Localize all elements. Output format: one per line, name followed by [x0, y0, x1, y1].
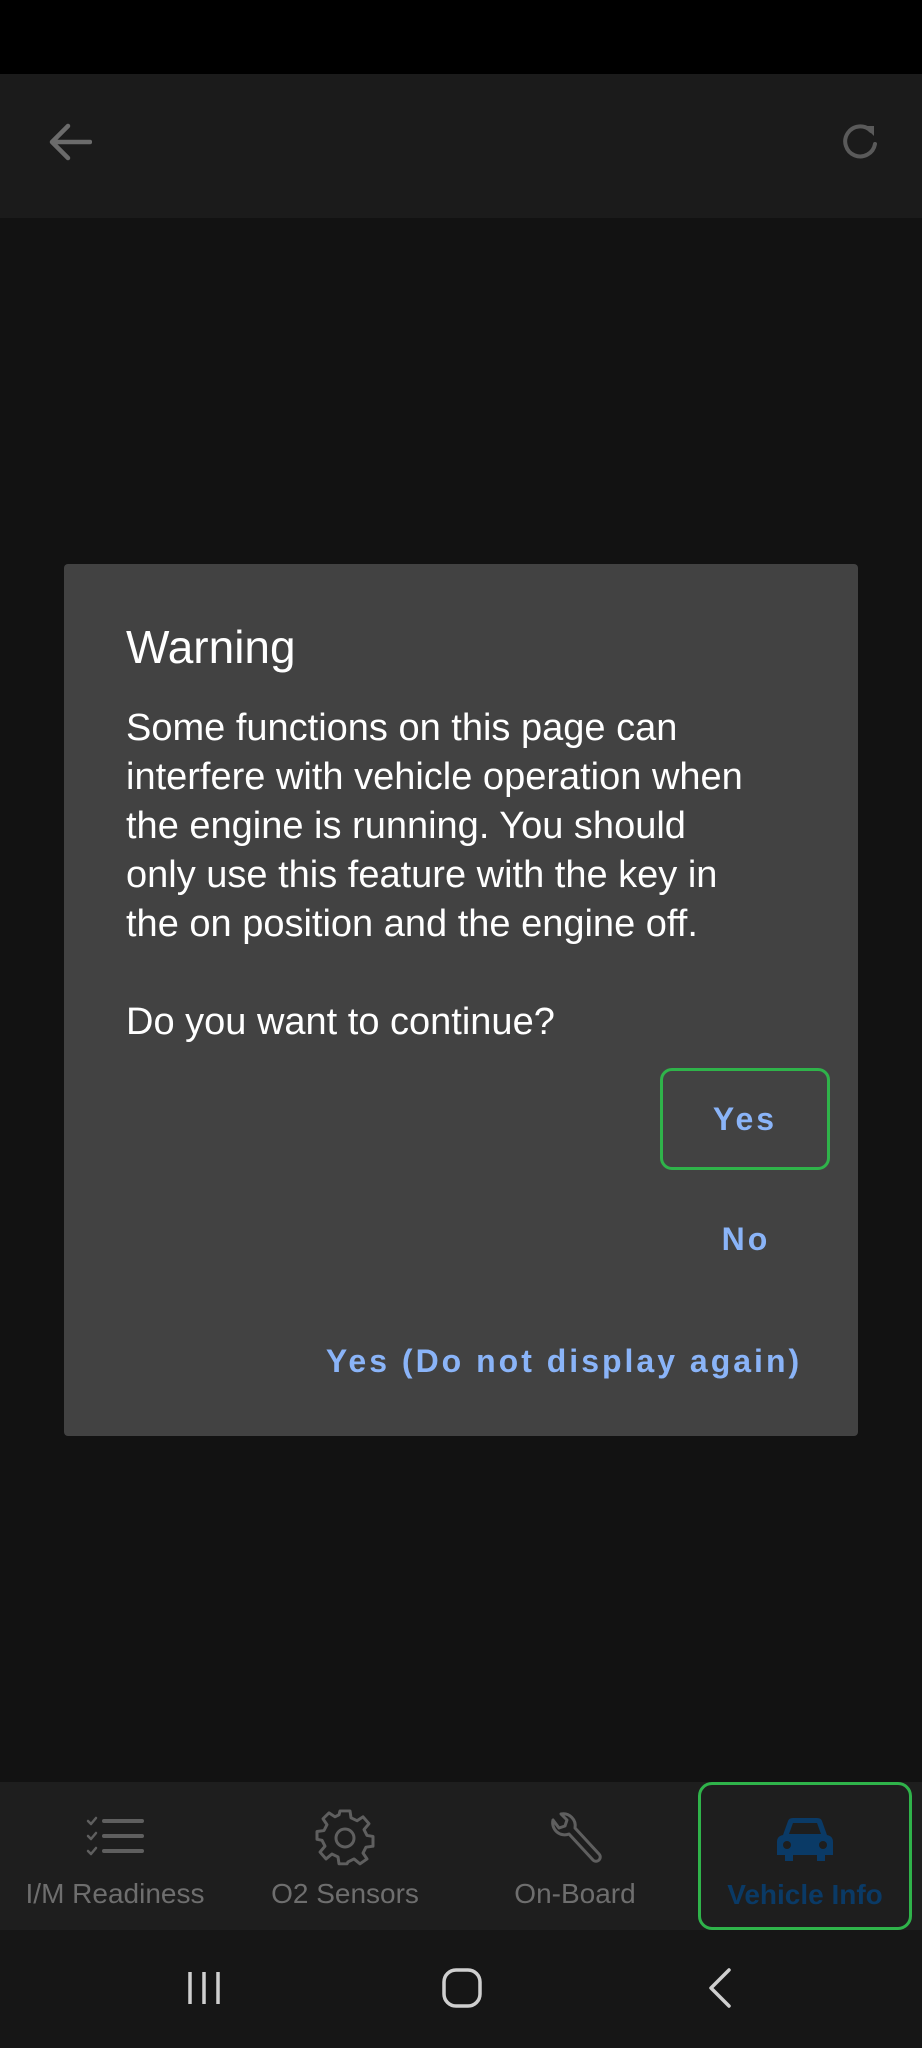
wrench-icon: [543, 1806, 607, 1870]
dialog-title: Warning: [126, 621, 296, 673]
nav-label-on-board: On-Board: [514, 1878, 636, 1909]
nav-item-o2-sensors[interactable]: O2 Sensors: [230, 1782, 460, 1930]
system-navigation-bar: [0, 1930, 922, 2048]
home-button[interactable]: [422, 1958, 502, 2018]
recents-button[interactable]: [164, 1958, 244, 2018]
app-bar: [0, 74, 922, 218]
refresh-button[interactable]: [826, 108, 894, 176]
car-icon: [773, 1807, 837, 1871]
status-bar: [0, 0, 922, 74]
no-button[interactable]: No: [684, 1194, 808, 1284]
dialog-message: Some functions on this page can interfer…: [126, 707, 743, 1043]
nav-label-im-readiness: I/M Readiness: [25, 1878, 205, 1909]
bottom-navigation: I/M Readiness O2 Sensors On-Board Vehicl…: [0, 1782, 922, 1930]
nav-item-on-board[interactable]: On-Board: [460, 1782, 690, 1930]
refresh-icon: [843, 124, 877, 159]
gear-icon: [313, 1806, 377, 1870]
yes-do-not-display-again-button[interactable]: Yes (Do not display again): [294, 1316, 834, 1406]
checklist-icon: [83, 1806, 147, 1870]
yes-button[interactable]: Yes: [660, 1068, 830, 1170]
chevron-left-icon: [709, 1968, 731, 2008]
system-back-button[interactable]: [680, 1958, 760, 2018]
warning-dialog: Warning Some functions on this page can …: [64, 564, 858, 1436]
nav-item-im-readiness[interactable]: I/M Readiness: [0, 1782, 230, 1930]
nav-label-o2-sensors: O2 Sensors: [271, 1878, 419, 1909]
recents-icon: [188, 1972, 220, 2004]
home-icon: [442, 1968, 482, 2008]
arrow-left-icon: [49, 123, 92, 161]
nav-item-vehicle-info[interactable]: Vehicle Info: [698, 1782, 912, 1930]
nav-label-vehicle-info: Vehicle Info: [727, 1879, 883, 1910]
back-button[interactable]: [36, 108, 104, 176]
